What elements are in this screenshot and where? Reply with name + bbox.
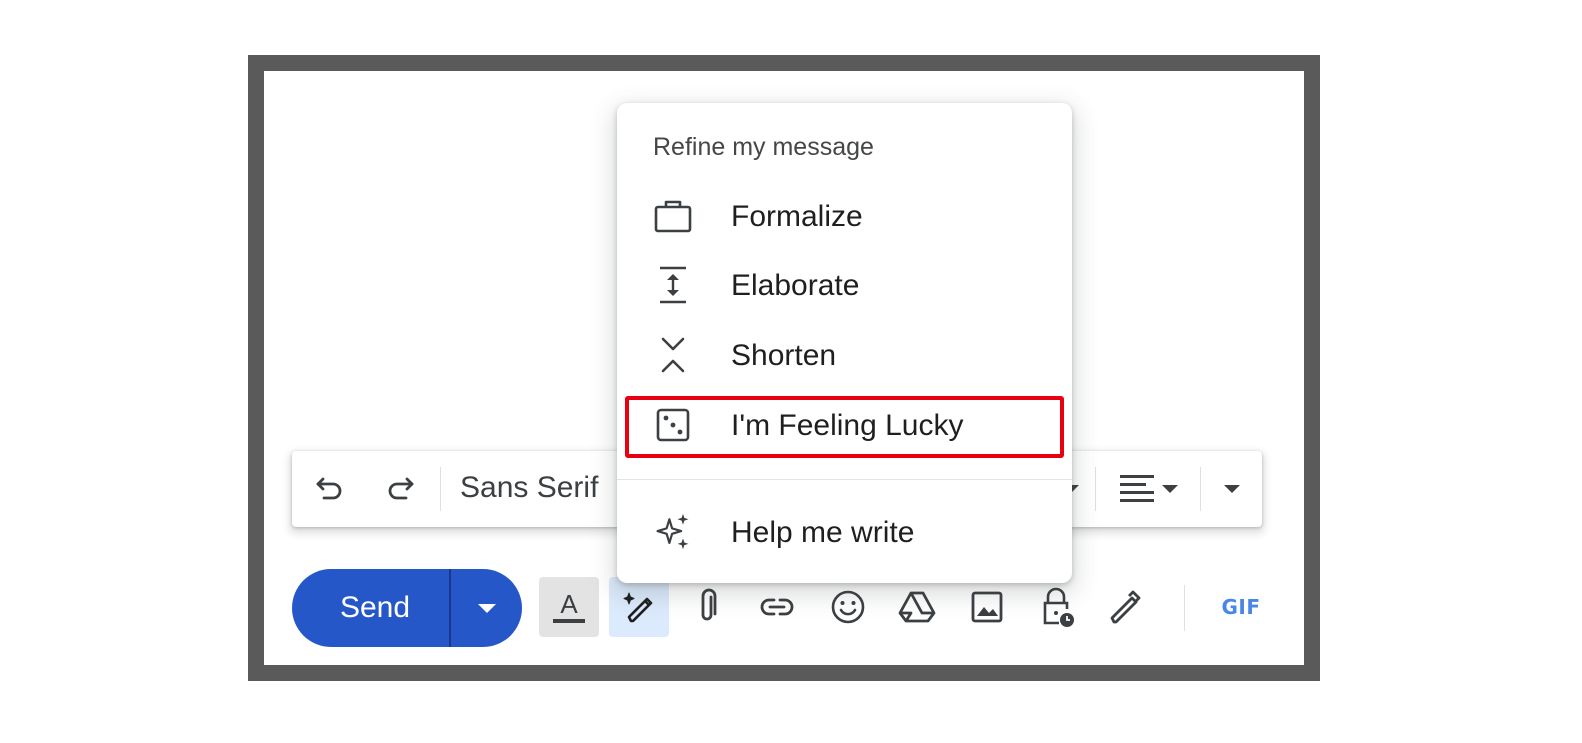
confidential-mode-button[interactable]	[1027, 577, 1087, 637]
menu-divider	[617, 479, 1072, 480]
menu-item-formalize[interactable]: Formalize	[617, 184, 1072, 248]
help-me-write-button[interactable]	[609, 577, 669, 637]
drive-button[interactable]	[887, 577, 947, 637]
menu-item-help-me-write[interactable]: Help me write	[617, 500, 1072, 564]
insert-link-button[interactable]	[747, 577, 807, 637]
menu-item-elaborate[interactable]: Elaborate	[617, 253, 1072, 317]
more-formatting-icon	[1222, 483, 1242, 495]
toolbar-separator	[1095, 467, 1096, 511]
align-button[interactable]	[1110, 469, 1190, 509]
emoji-button[interactable]	[818, 577, 878, 637]
refine-message-menu: Refine my message Formalize Elaborate Sh…	[617, 103, 1072, 583]
insert-gif-button[interactable]: GIF	[1211, 577, 1271, 637]
insert-signature-button[interactable]	[1096, 577, 1156, 637]
expand-vertical-icon	[653, 266, 693, 304]
send-split-button: Send	[292, 569, 522, 647]
formatting-options-icon: A	[549, 587, 589, 627]
briefcase-icon	[653, 198, 693, 234]
align-icon	[1114, 471, 1186, 507]
link-icon	[757, 587, 797, 627]
gif-icon: GIF	[1221, 595, 1261, 619]
toolbar-separator	[1184, 585, 1185, 631]
menu-item-feeling-lucky[interactable]: I'm Feeling Lucky	[617, 393, 1072, 457]
undo-button[interactable]	[310, 469, 350, 509]
signature-icon	[1106, 587, 1146, 627]
dice-icon	[653, 407, 693, 443]
confidential-mode-icon	[1037, 585, 1077, 629]
redo-icon	[384, 473, 416, 505]
toolbar-separator	[440, 467, 441, 511]
font-family-select[interactable]: Sans Serif	[460, 471, 598, 505]
attach-icon	[687, 587, 727, 627]
send-button[interactable]: Send	[292, 569, 450, 647]
drive-icon	[897, 587, 937, 627]
help-me-write-icon	[619, 587, 659, 627]
attach-button[interactable]	[677, 577, 737, 637]
emoji-icon	[828, 587, 868, 627]
svg-text:A: A	[560, 589, 578, 619]
menu-title: Refine my message	[653, 133, 874, 161]
menu-item-shorten[interactable]: Shorten	[617, 323, 1072, 387]
redo-button[interactable]	[380, 469, 420, 509]
collapse-vertical-icon	[653, 337, 693, 373]
toolbar-separator	[1200, 467, 1201, 511]
sparkle-icon	[653, 513, 693, 550]
undo-icon	[314, 473, 346, 505]
photo-icon	[967, 587, 1007, 627]
formatting-options-button[interactable]: A	[539, 577, 599, 637]
insert-photo-button[interactable]	[957, 577, 1017, 637]
chevron-down-icon	[476, 602, 498, 614]
send-options-button[interactable]	[451, 569, 522, 647]
more-formatting-button[interactable]	[1212, 469, 1252, 509]
